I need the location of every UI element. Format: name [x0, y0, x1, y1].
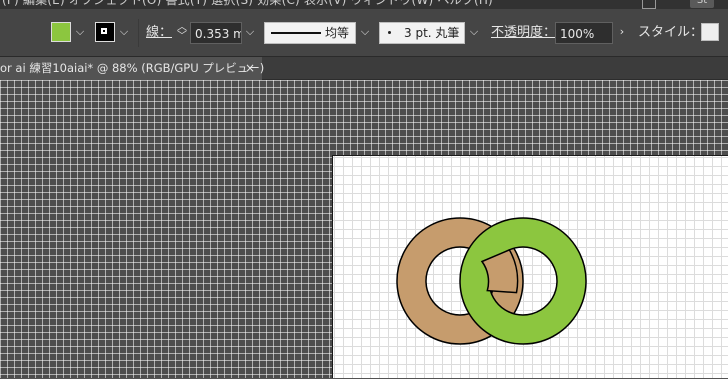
artwork	[396, 217, 587, 345]
menu-bar: (F) 編集(E) オブジェクト(O) 書式(T) 選択(S) 効果(C) 表示…	[0, 0, 728, 9]
document-tab[interactable]: or ai 練習10aiai* @ 88% (RGB/GPU プレビュー) ×	[0, 57, 265, 80]
chevron-right-icon[interactable]: ›	[615, 22, 629, 44]
chevron-down-icon[interactable]: ⌵	[467, 22, 481, 44]
chevron-down-icon[interactable]: ⌵	[243, 22, 257, 44]
profile-label: 均等	[325, 26, 350, 40]
control-panel: ⌵ ⌵ 線： ︿ ﹀ 0.353 m ⌵ 均等 ⌵ 3 pt. 丸筆 ⌵ 不透明度…	[0, 9, 728, 57]
chevron-down-icon[interactable]: ⌵	[73, 22, 87, 44]
document-tab-title: or ai 練習10aiai* @ 88% (RGB/GPU プレビュー)	[0, 61, 265, 75]
opacity-label[interactable]: 不透明度：	[491, 22, 556, 44]
graphic-style-swatch[interactable]	[701, 23, 719, 41]
chevron-down-icon[interactable]: ⌵	[358, 22, 372, 44]
menu-items[interactable]: (F) 編集(E) オブジェクト(O) 書式(T) 選択(S) 効果(C) 表示…	[2, 0, 493, 8]
artboard[interactable]	[332, 155, 728, 378]
style-label: スタイル：	[638, 25, 704, 40]
stroke-line-icon	[271, 32, 321, 34]
brush-label: 3 pt. 丸筆	[404, 26, 460, 40]
opacity-field[interactable]: 100%	[555, 22, 613, 44]
stepper-icon[interactable]: ︿ ﹀	[176, 23, 188, 45]
variable-width-profile[interactable]: 均等	[264, 22, 356, 44]
adobe-stock-button[interactable]: St	[690, 0, 714, 8]
document-tab-bar: or ai 練習10aiai* @ 88% (RGB/GPU プレビュー) ×	[0, 57, 728, 80]
close-icon[interactable]: ×	[244, 57, 256, 79]
dot-icon	[388, 31, 391, 34]
chevron-down-icon[interactable]: ⌵	[117, 22, 131, 44]
stroke-label[interactable]: 線：	[146, 22, 172, 44]
brush-definition[interactable]: 3 pt. 丸筆	[379, 22, 465, 44]
arrange-documents-icon[interactable]	[642, 0, 656, 9]
divider	[138, 19, 139, 47]
stroke-weight-field[interactable]: 0.353 m	[190, 22, 242, 44]
stroke-color-swatch[interactable]	[95, 22, 115, 42]
fill-color-swatch[interactable]	[51, 22, 71, 42]
